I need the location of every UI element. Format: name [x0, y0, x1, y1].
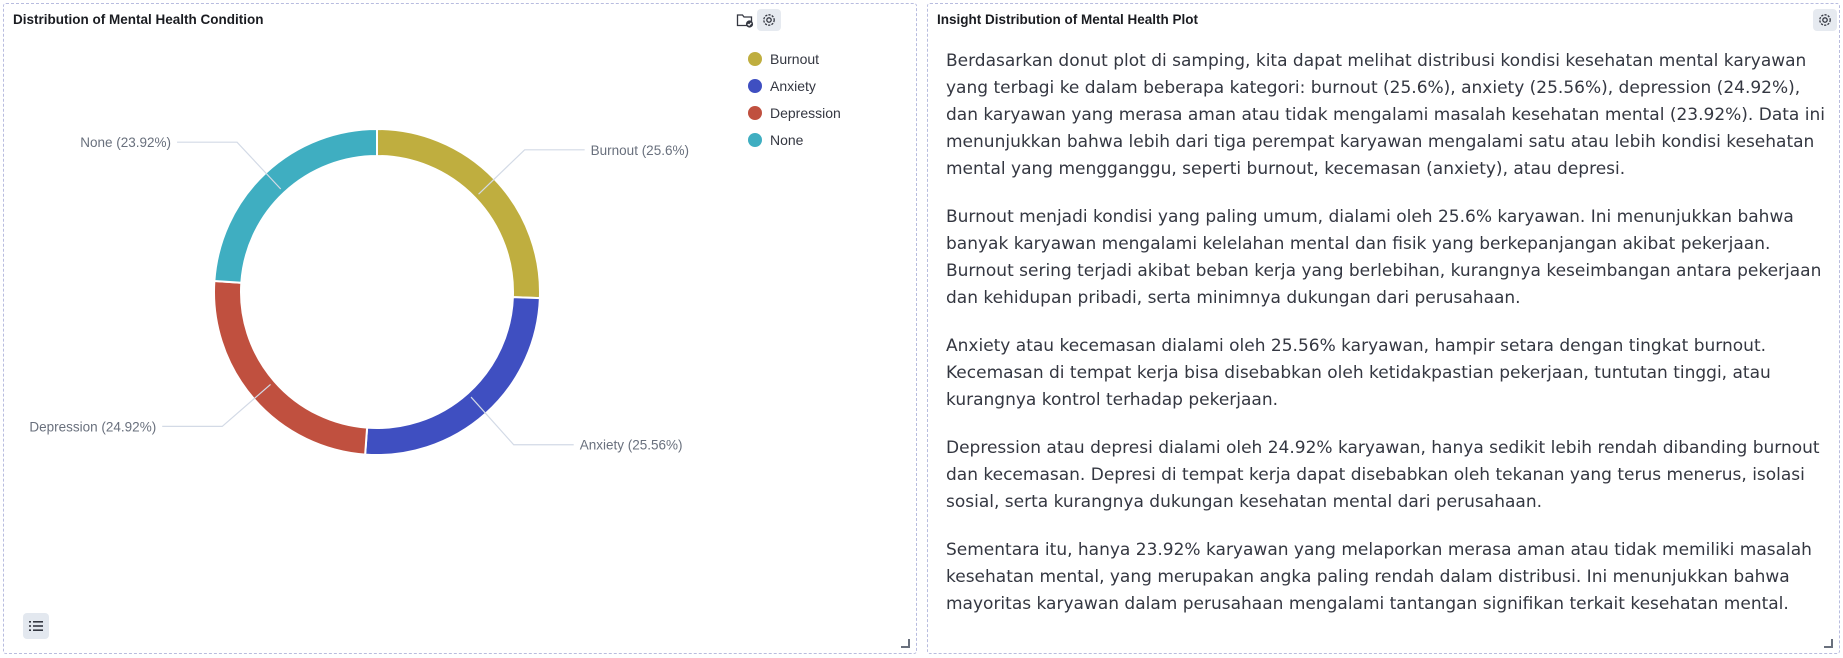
donut-slice-anxiety[interactable] — [364, 296, 541, 456]
legend-swatch-depression — [748, 105, 762, 120]
list-icon — [29, 621, 43, 631]
insight-paragraph: Berdasarkan donut plot di samping, kita … — [946, 51, 1825, 179]
insight-paragraph: Burnout menjadi kondisi yang paling umum… — [946, 207, 1822, 308]
resize-handle[interactable] — [901, 639, 910, 648]
insight-paragraph: Depression atau depresi dialami oleh 24.… — [946, 438, 1820, 512]
insight-panel-title: Insight Distribution of Mental Health Pl… — [937, 12, 1198, 27]
slice-label-depression: Depression (24.92%) — [29, 419, 156, 434]
donut-slice-depression[interactable] — [213, 279, 369, 456]
legend-label: Depression — [770, 104, 841, 121]
chart-panel: Distribution of Mental Health Condition … — [3, 3, 917, 654]
legend-item-depression[interactable]: Depression — [748, 99, 841, 126]
legend-item-burnout[interactable]: Burnout — [748, 45, 841, 72]
legend-label: None — [770, 131, 804, 148]
legend-label: Burnout — [770, 50, 820, 67]
legend-swatch-burnout — [748, 51, 762, 66]
donut-slice-none[interactable] — [213, 127, 378, 284]
legend-label: Anxiety — [770, 77, 816, 94]
slice-label-burnout: Burnout (25.6%) — [591, 143, 689, 158]
legend-item-anxiety[interactable]: Anxiety — [748, 72, 841, 99]
slice-label-anxiety: Anxiety (25.56%) — [580, 438, 683, 453]
insight-panel: Insight Distribution of Mental Health Pl… — [927, 3, 1840, 654]
chart-legend: Burnout Anxiety Depression None — [748, 45, 841, 153]
insight-paragraph: Sementara itu, hanya 23.92% karyawan yan… — [946, 540, 1812, 614]
toggle-legend-button[interactable] — [23, 613, 49, 639]
gear-icon[interactable] — [1813, 9, 1837, 31]
donut-slice-burnout[interactable] — [376, 127, 541, 300]
slice-label-none: None (23.92%) — [80, 135, 171, 150]
legend-item-none[interactable]: None — [748, 126, 841, 153]
insight-paragraph: Anxiety atau kecemasan dialami oleh 25.5… — [946, 336, 1771, 410]
resize-handle[interactable] — [1824, 639, 1833, 648]
legend-swatch-anxiety — [748, 78, 762, 93]
insight-text: Berdasarkan donut plot di samping, kita … — [946, 48, 1826, 639]
legend-swatch-none — [748, 132, 762, 147]
